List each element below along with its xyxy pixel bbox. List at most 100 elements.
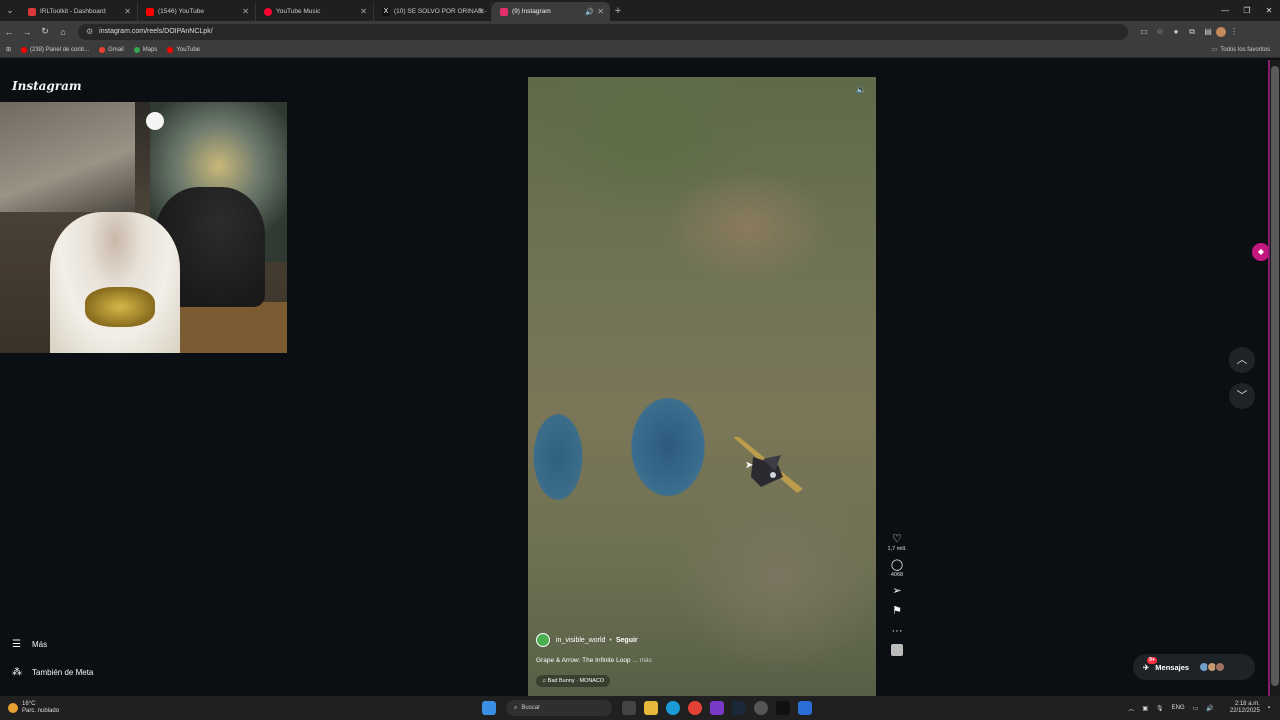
all-bookmarks-button[interactable]: ▭ Todos los favoritos	[1211, 46, 1270, 54]
previous-reel-button[interactable]: ︿	[1229, 347, 1255, 373]
gmail-icon	[99, 46, 106, 53]
close-tab-icon[interactable]: ✕	[597, 7, 604, 16]
clock[interactable]: 2:18 a.m. 22/12/2025	[1222, 701, 1260, 715]
bookmark-youtube[interactable]: YouTube	[167, 46, 200, 53]
restore-button[interactable]: ❐	[1236, 0, 1258, 21]
network-icon[interactable]: ▭	[1193, 705, 1199, 712]
tiktok-icon[interactable]	[776, 701, 790, 715]
song-title: Bad Bunny · MONACO	[547, 678, 605, 684]
extension-icon[interactable]: ●	[1168, 27, 1184, 37]
messages-button[interactable]: ✈ 9+ Mensajes	[1133, 654, 1255, 680]
steam-icon[interactable]	[732, 701, 746, 715]
tab-x-post[interactable]: X (10) SE SOLVO POR ORINAR - ✕	[374, 2, 492, 21]
clock-time: 2:18 a.m.	[1234, 701, 1260, 707]
app-x-icon[interactable]	[710, 701, 724, 715]
webcam-shirt-logo	[85, 287, 155, 327]
bookmark-gmail[interactable]: Gmail	[99, 46, 124, 53]
tab-favicon-icon	[28, 7, 36, 16]
forward-button[interactable]: →	[18, 27, 36, 37]
instagram-page: Instagram 🔈 ➤ in_visible_world • Seguir …	[0, 60, 1270, 696]
chrome-icon[interactable]	[688, 701, 702, 715]
cast-icon[interactable]: ▭	[1136, 27, 1152, 37]
reload-button[interactable]: ↻	[36, 26, 54, 37]
mouse-cursor-icon: ➤	[745, 460, 754, 471]
obs-icon[interactable]	[754, 701, 768, 715]
airplane-image	[733, 437, 803, 493]
menu-kebab-icon[interactable]: ⋮	[1226, 27, 1242, 37]
page-scrollbar[interactable]	[1270, 60, 1280, 696]
new-tab-button[interactable]: +	[610, 5, 626, 17]
profile-avatar[interactable]	[1216, 26, 1226, 37]
tray-mic-icon[interactable]: 🎙	[1156, 705, 1164, 712]
ellipsis-icon: ···	[891, 625, 903, 637]
site-info-icon[interactable]: ⚙	[86, 27, 93, 36]
close-tab-icon[interactable]: ✕	[478, 7, 485, 16]
tab-search-icon[interactable]: ⌄	[0, 0, 20, 21]
bookmark-panel[interactable]: (238) Panel de contr...	[21, 46, 89, 53]
more-options-button[interactable]: ···	[884, 624, 910, 638]
back-button[interactable]: ←	[0, 27, 18, 37]
notifications-icon[interactable]: ▪	[1268, 705, 1270, 711]
bookmarks-bar: ⊞ (238) Panel de contr... Gmail Maps You…	[0, 42, 1280, 58]
scrollbar-thumb[interactable]	[1271, 66, 1279, 686]
instagram-logo[interactable]: Instagram	[12, 79, 82, 93]
close-tab-icon[interactable]: ✕	[124, 7, 131, 16]
reel-video[interactable]: 🔈 ➤ in_visible_world • Seguir Grape & Ar…	[528, 77, 876, 696]
audio-playing-icon[interactable]: 🔊	[585, 8, 594, 16]
app-blue-icon[interactable]	[798, 701, 812, 715]
weather-widget[interactable]: 16°C Parc. nublado	[8, 701, 59, 715]
original-audio-button[interactable]	[884, 644, 910, 656]
tab-irltoolkit[interactable]: IRLToolkit - Dashboard ✕	[20, 2, 138, 21]
task-view-icon[interactable]	[622, 701, 636, 715]
file-explorer-icon[interactable]	[644, 701, 658, 715]
comment-count: 4068	[890, 572, 904, 578]
messages-label: Mensajes	[1155, 662, 1190, 672]
minimize-button[interactable]: —	[1214, 0, 1236, 21]
reel-author: in_visible_world • Seguir	[536, 633, 638, 647]
weather-icon	[8, 703, 18, 713]
like-button[interactable]: ♡ 1,7 mill.	[884, 532, 910, 552]
tab-youtube[interactable]: (1546) YouTube ✕	[138, 2, 256, 21]
tab-instagram[interactable]: (9) Instagram 🔊 ✕	[492, 2, 610, 21]
author-avatar[interactable]	[536, 633, 550, 647]
tab-favicon-icon	[146, 7, 154, 16]
sidebar-item-meta[interactable]: ⁂ También de Meta	[12, 667, 93, 678]
bookmark-maps[interactable]: Maps	[133, 46, 157, 53]
sidebar-item-more[interactable]: ☰ Más	[12, 639, 47, 650]
webcam-overlay	[0, 102, 287, 353]
comment-button[interactable]: ◯ 4068	[884, 558, 910, 578]
follow-button[interactable]: Seguir	[616, 637, 638, 644]
author-username[interactable]: in_visible_world	[556, 637, 605, 644]
reel-caption: Grape & Arrow: The Infinite Loop ... más	[536, 657, 652, 664]
sidepanel-icon[interactable]: ▤	[1200, 27, 1216, 37]
windows-start-icon[interactable]	[482, 701, 496, 715]
language-indicator[interactable]: ENG	[1172, 705, 1185, 711]
webcam-table	[180, 302, 287, 353]
url-field[interactable]: ⚙ instagram.com/reels/DOIPAnNCLpk/	[78, 23, 1128, 40]
bookmark-star-icon[interactable]: ☆	[1152, 27, 1168, 37]
reel-audio-track[interactable]: ♫ Bad Bunny · MONACO	[536, 675, 611, 687]
volume-tray-icon[interactable]: 🔊	[1206, 705, 1213, 712]
volume-icon[interactable]: 🔈	[854, 83, 868, 97]
taskbar-search[interactable]: ⌕ Buscar	[506, 700, 612, 716]
next-reel-button[interactable]: ﹀	[1229, 383, 1255, 409]
messenger-icon: ✈	[1143, 662, 1150, 672]
save-button[interactable]: ⚑	[884, 604, 910, 618]
tab-youtube-music[interactable]: YouTube Music ✕	[256, 2, 374, 21]
taskbar-apps: ⌕ Buscar	[478, 700, 816, 716]
window-controls: — ❐ ✕	[1214, 0, 1280, 21]
apps-grid-icon[interactable]: ⊞	[6, 46, 11, 53]
edge-icon[interactable]	[666, 701, 680, 715]
close-tab-icon[interactable]: ✕	[242, 7, 249, 16]
folder-icon: ▭	[1211, 47, 1218, 53]
tray-app-icon[interactable]: ▣	[1142, 705, 1148, 712]
url-text: instagram.com/reels/DOIPAnNCLpk/	[99, 28, 213, 35]
tray-chevron-icon[interactable]: ︿	[1128, 704, 1134, 713]
extensions-puzzle-icon[interactable]: ⧉	[1184, 27, 1200, 37]
close-window-button[interactable]: ✕	[1258, 0, 1280, 21]
share-button[interactable]: ➢	[884, 584, 910, 598]
close-tab-icon[interactable]: ✕	[360, 7, 367, 16]
caption-more-link[interactable]: ... más	[632, 657, 652, 664]
home-button[interactable]: ⌂	[54, 27, 72, 37]
search-label: Buscar	[521, 705, 541, 711]
